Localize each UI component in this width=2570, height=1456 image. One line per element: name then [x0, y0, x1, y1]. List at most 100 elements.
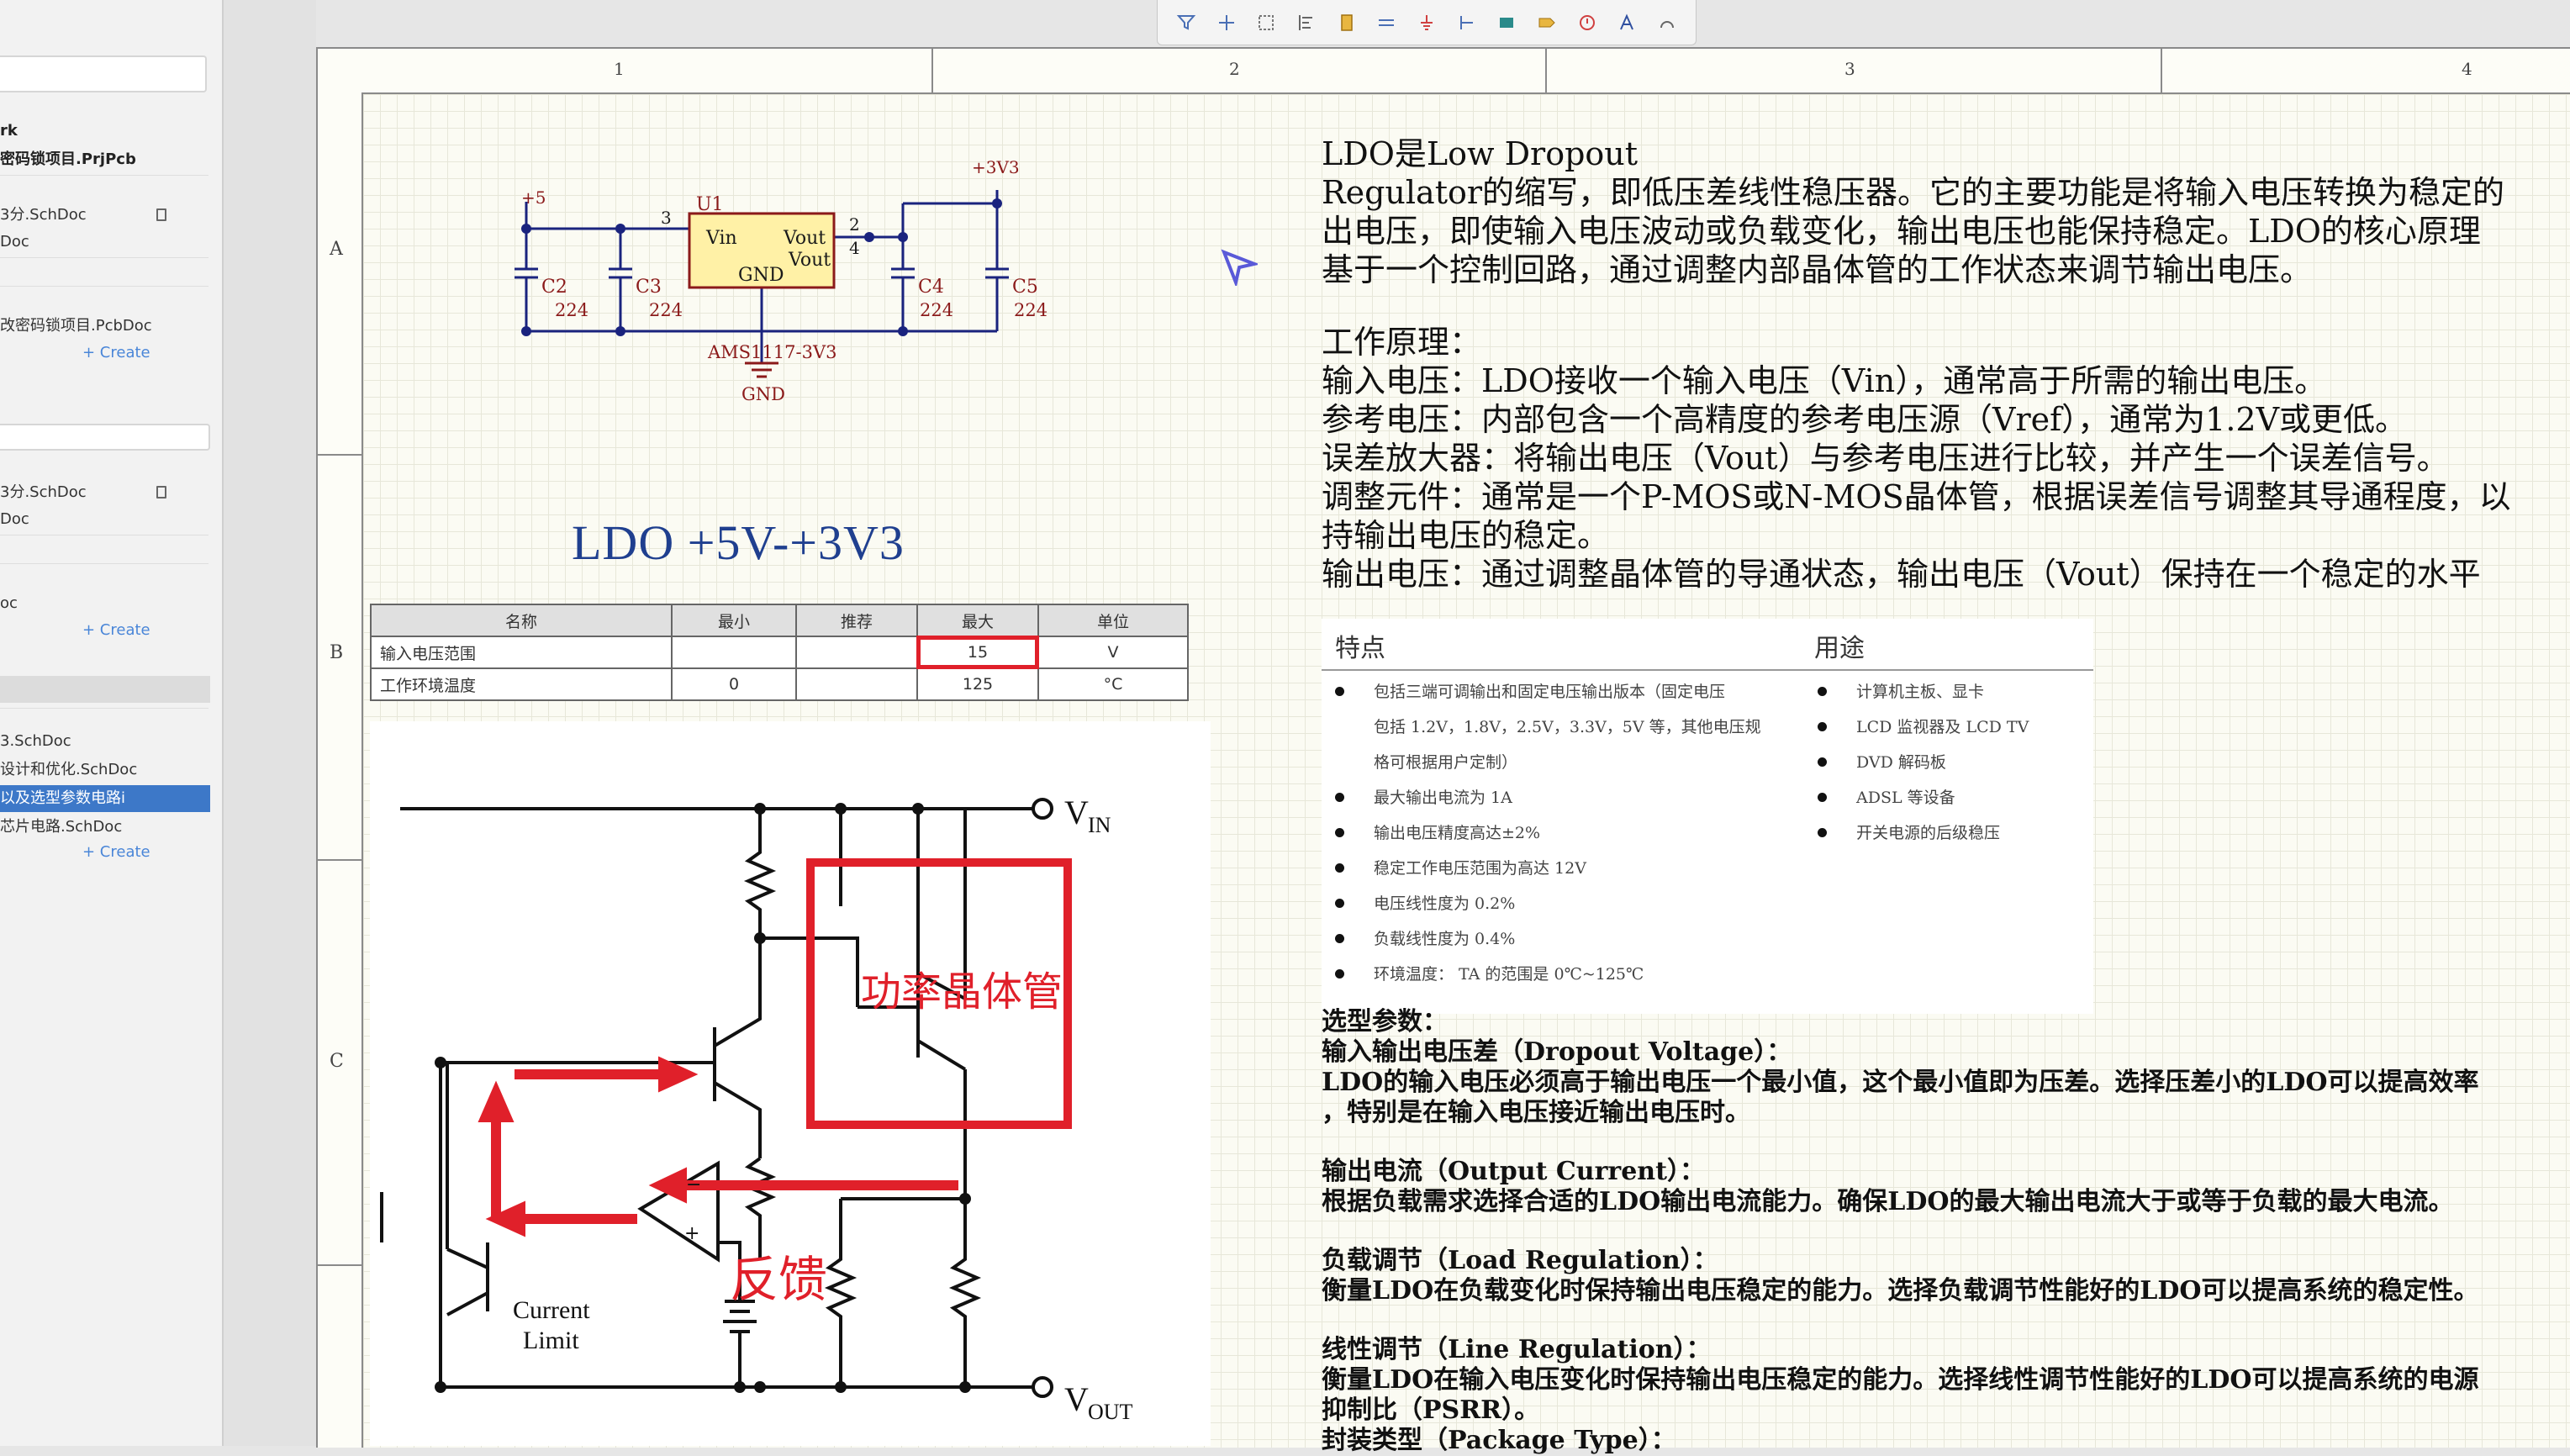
workspace-item[interactable]: rk — [0, 118, 210, 145]
desc-line: 出电压，即使输入电压波动或负载变化，输出电压也能保持稳定。LDO的核心原理 — [1322, 213, 2481, 250]
principle-line: 输入电压：LDO接收一个输入电压（Vin），通常高于所需的输出电压。 — [1322, 362, 2327, 399]
svg-text:+5: +5 — [521, 187, 546, 208]
svg-text:224: 224 — [649, 300, 683, 320]
tree-item-pcbdoc[interactable]: 改密码锁项目.PcbDoc — [0, 313, 210, 340]
row-letter: B — [330, 642, 344, 663]
ldo-block-diagram[interactable]: 功率晶体管 反馈 V IN V OUT Current Limit − + — [370, 721, 1211, 1446]
svg-text:IN: IN — [1088, 813, 1111, 837]
tree-item-schdoc-3[interactable]: 3.SchDoc — [0, 728, 210, 755]
tree-item-label: 以及选型参数电路i — [0, 789, 126, 807]
cursor-icon — [1221, 249, 1258, 286]
svg-text:U1: U1 — [696, 194, 724, 215]
sel-line: 负载调节（Load Regulation）： — [1322, 1246, 1718, 1275]
create-link-3[interactable]: + Create — [82, 841, 150, 864]
crosshair-icon[interactable] — [1214, 10, 1239, 35]
create-link-2[interactable]: + Create — [82, 619, 150, 642]
filter-input[interactable] — [0, 424, 210, 451]
svg-text:Limit: Limit — [523, 1327, 579, 1354]
sel-line: 线性调节（Line Regulation）： — [1322, 1335, 1712, 1364]
tree-item-schdoc-2[interactable]: 3分.SchDoc — [0, 479, 210, 506]
svg-text:2: 2 — [849, 214, 860, 235]
filter-icon[interactable] — [1174, 10, 1199, 35]
application-item: 计算机主板、显卡 — [1856, 683, 1985, 701]
text-icon[interactable] — [1614, 10, 1639, 35]
svg-text:224: 224 — [920, 300, 953, 320]
select-rect-icon[interactable] — [1253, 10, 1279, 35]
document-icon — [156, 486, 166, 499]
tree-item-schdoc-1[interactable]: 3分.SchDoc — [0, 202, 210, 229]
power-transistor-label: 功率晶体管 — [861, 968, 1063, 1016]
features-header: 特点 — [1335, 634, 1385, 663]
align-icon[interactable] — [1294, 10, 1319, 35]
ldo-schematic[interactable]: U1 Vin Vout Vout GND 3 2 4 +5 +3V3 AMS11… — [471, 143, 1059, 420]
svg-text:4: 4 — [849, 238, 860, 258]
svg-text:OUT: OUT — [1088, 1400, 1133, 1424]
port-icon[interactable] — [1534, 10, 1559, 35]
sel-line: 衡量LDO在输入电压变化时保持输出电压稳定的能力。选择线性调节性能好的LDO可以… — [1322, 1365, 2479, 1395]
principle-line: 持输出电压的稳定。 — [1322, 517, 1610, 554]
feature-item: 电压线性度为 0.2% — [1374, 894, 1516, 913]
vout-label: V — [1064, 1380, 1089, 1418]
sel-line: 抑制比（PSRR）。 — [1322, 1395, 1540, 1425]
ground-icon[interactable] — [1414, 10, 1439, 35]
sel-line: LDO的输入电压必须高于输出电压一个最小值，这个最小值即为压差。选择压差小的LD… — [1322, 1068, 2479, 1097]
svg-text:Vout: Vout — [788, 250, 831, 271]
section-header[interactable] — [0, 676, 210, 703]
sel-line: 选型参数： — [1322, 1007, 1448, 1037]
projects-panel: rk 密码锁项目.PrjPcb 3分.SchDoc Doc 改密码锁项目.Pcb… — [0, 0, 224, 1446]
project-item[interactable]: 密码锁项目.PrjPcb — [0, 146, 210, 173]
tree-item-selected[interactable]: 以及选型参数电路i — [0, 785, 210, 812]
component-icon[interactable] — [1334, 10, 1359, 35]
col-header: 推荐 — [795, 604, 918, 637]
feature-item: 包括三端可调输出和固定电压输出版本（固定电压 — [1374, 683, 1726, 701]
row-letter: A — [330, 239, 343, 260]
panel-splitter[interactable] — [224, 0, 316, 1446]
feature-item: 环境温度： TA 的范围是 0℃~125℃ — [1374, 965, 1644, 984]
workspace-label: rk — [0, 122, 18, 140]
cell — [795, 667, 918, 701]
sel-line: ，特别是在输入电压接近输出电压时。 — [1322, 1098, 1750, 1127]
principle-line: 误差放大器：将输出电压（Vout）与参考电压进行比较，并产生一个误差信号。 — [1322, 440, 2449, 477]
no-erc-icon[interactable] — [1575, 10, 1600, 35]
tree-item-label: 设计和优化.SchDoc — [0, 761, 138, 778]
tree-item-doc-1[interactable]: Doc — [0, 229, 210, 256]
cell: V — [1037, 636, 1189, 669]
arc-icon[interactable] — [1654, 10, 1680, 35]
applications-header: 用途 — [1814, 634, 1865, 663]
current-limit-label: Current — [513, 1296, 590, 1324]
principle-line: 输出电压：通过调整晶体管的导通状态，输出电压（Vout）保持在一个稳定的水平 — [1322, 556, 2481, 593]
vin-label: V — [1064, 794, 1089, 831]
svg-text:AMS1117-3V3: AMS1117-3V3 — [707, 342, 836, 362]
svg-text:−: − — [686, 1174, 701, 1195]
col-header: 最小 — [671, 604, 797, 637]
svg-text:C4: C4 — [918, 277, 944, 298]
sel-line: 封装类型（Package Type）： — [1322, 1426, 1676, 1455]
tree-item-schdoc-5[interactable]: 芯片电路.SchDoc — [0, 814, 210, 841]
tree-item-doc-2[interactable]: Doc — [0, 506, 210, 533]
tree-item-schdoc-4[interactable]: 设计和优化.SchDoc — [0, 757, 210, 783]
sel-line: 输出电流（Output Current）： — [1322, 1157, 1705, 1186]
wire-icon[interactable] — [1374, 10, 1399, 35]
svg-text:Vin: Vin — [705, 228, 737, 249]
project-label: 密码锁项目.PrjPcb — [0, 150, 136, 168]
table-row: 工作环境温度 0 125 °C — [370, 667, 1189, 701]
column-number: 2 — [1229, 59, 1240, 79]
svg-text:224: 224 — [1014, 300, 1048, 320]
table-row: 输入电压范围 15 V — [370, 636, 1189, 669]
ldo-title: LDO +5V-+3V3 — [572, 515, 905, 570]
cell-highlighted: 15 — [916, 636, 1039, 669]
cell: 输入电压范围 — [370, 636, 673, 669]
project-search-input[interactable] — [0, 55, 207, 92]
rectangle-icon[interactable] — [1494, 10, 1519, 35]
net-label-icon[interactable] — [1454, 10, 1480, 35]
principle-line: 参考电压：内部包含一个高精度的参考电压源（Vref），通常为1.2V或更低。 — [1322, 401, 2408, 438]
tree-item-label: Doc — [0, 233, 29, 251]
tree-item-label: 3分.SchDoc — [0, 483, 87, 501]
tree-item-doc-3[interactable]: oc — [0, 590, 210, 617]
sel-line: 根据负载需求选择合适的LDO输出电流能力。确保LDO的最大输出电流大于或等于负载… — [1322, 1187, 2454, 1216]
create-link-1[interactable]: + Create — [82, 341, 150, 365]
column-number: 4 — [2462, 59, 2472, 79]
feature-item: 最大输出电流为 1A — [1374, 789, 1512, 807]
cell: °C — [1037, 667, 1189, 701]
svg-text:+: + — [684, 1223, 699, 1244]
